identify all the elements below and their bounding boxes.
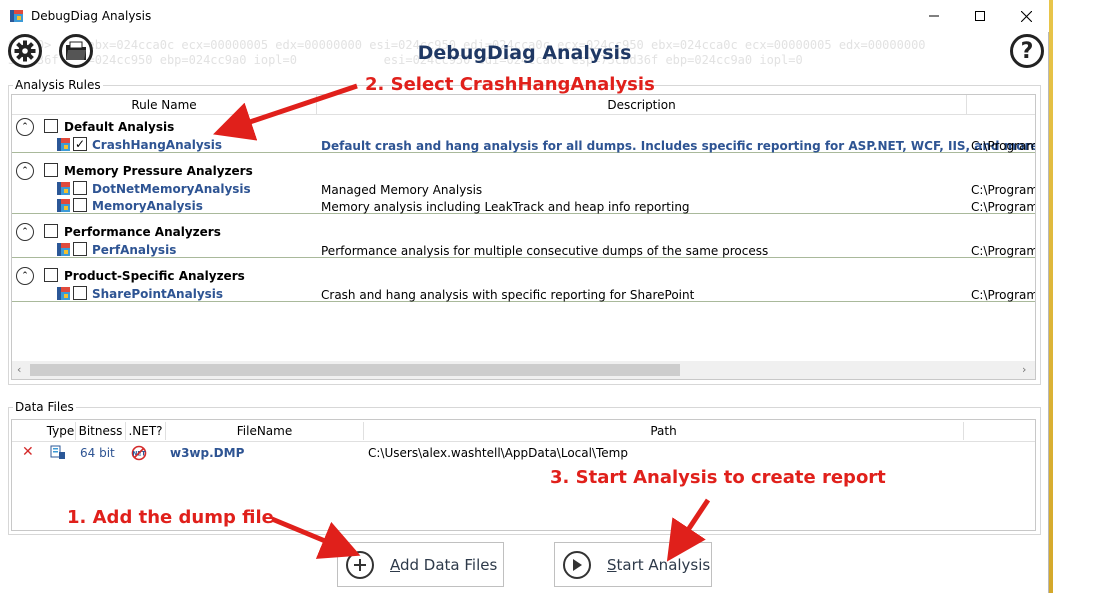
open-dump-button[interactable] [59, 34, 93, 68]
column-header-path[interactable] [967, 95, 1035, 115]
group-checkbox[interactable] [44, 163, 58, 177]
rule-row-crashhanganalysis[interactable]: ✓ CrashHangAnalysis Default crash and ha… [12, 136, 1035, 153]
column-header-description[interactable]: Description [317, 95, 967, 115]
title-bar: DebugDiag Analysis [0, 0, 1049, 32]
minimize-button[interactable] [911, 0, 957, 32]
rule-checkbox[interactable] [73, 286, 87, 300]
rule-path: C:\Program [971, 244, 1036, 258]
rule-name: MemoryAnalysis [92, 199, 203, 213]
start-analysis-button[interactable]: Start Analysis [554, 542, 712, 587]
scrollbar-thumb[interactable] [30, 364, 680, 376]
path-cell: C:\Users\alex.washtell\AppData\Local\Tem… [368, 446, 628, 460]
rule-path: C:\Program [971, 288, 1036, 302]
rule-checkbox[interactable] [73, 181, 87, 195]
filename-cell: w3wp.DMP [170, 446, 245, 460]
rule-description: Managed Memory Analysis [321, 183, 483, 197]
collapse-icon[interactable]: ⌃ [16, 162, 34, 180]
desktop-edge [1049, 0, 1053, 593]
maximize-button[interactable] [957, 0, 1003, 32]
scroll-right-icon[interactable]: › [1022, 363, 1026, 376]
collapse-icon[interactable]: ⌃ [16, 267, 34, 285]
column-header-path[interactable]: Path [364, 422, 964, 440]
maximize-icon [975, 11, 985, 21]
analysis-rules-title: Analysis Rules [13, 78, 103, 92]
rule-name: PerfAnalysis [92, 243, 177, 257]
group-checkbox[interactable] [44, 119, 58, 133]
gear-icon [14, 40, 36, 62]
collapse-icon[interactable]: ⌃ [16, 223, 34, 241]
annotation-step-3: 3. Start Analysis to create report [550, 467, 886, 488]
group-label: Default Analysis [64, 120, 175, 134]
dump-file-icon [50, 445, 65, 459]
data-files-title: Data Files [13, 400, 76, 414]
horizontal-scrollbar[interactable]: ‹ › [12, 361, 1035, 379]
rule-group-memory-pressure: ⌃ Memory Pressure Analyzers [12, 160, 1035, 180]
rule-group-product-specific: ⌃ Product-Specific Analyzers [12, 265, 1035, 285]
desktop-background [1049, 0, 1101, 593]
rule-checkbox[interactable] [73, 242, 87, 256]
rule-name: CrashHangAnalysis [92, 138, 223, 152]
rule-description: Performance analysis for multiple consec… [321, 244, 769, 258]
bitness-cell: 64 bit [80, 446, 115, 460]
app-heading: DebugDiag Analysis [417, 42, 632, 64]
rule-group-performance: ⌃ Performance Analyzers [12, 221, 1035, 241]
group-label: Product-Specific Analyzers [64, 269, 245, 283]
annotation-step-2: 2. Select CrashHangAnalysis [365, 74, 655, 95]
rule-row-perfanalysis[interactable]: PerfAnalysis Performance analysis for mu… [12, 241, 1035, 258]
window-title: DebugDiag Analysis [31, 9, 152, 23]
start-analysis-label: Start Analysis [607, 555, 711, 574]
rule-row-sharepointanalysis[interactable]: SharePointAnalysis Crash and hang analys… [12, 285, 1035, 302]
add-data-files-button[interactable]: Add Data Files [337, 542, 504, 587]
close-button[interactable] [1003, 0, 1049, 32]
collapse-icon[interactable]: ⌃ [16, 118, 34, 136]
header-divider [12, 441, 1035, 442]
rule-script-icon [57, 199, 70, 212]
rule-group-default-analysis: ⌃ Default Analysis [12, 116, 1035, 136]
app-icon [10, 10, 23, 22]
column-header-filename[interactable]: FileName [166, 422, 364, 440]
rule-checkbox[interactable]: ✓ [73, 137, 87, 151]
group-label: Memory Pressure Analyzers [64, 164, 253, 178]
table-row[interactable]: ✕ 64 bit NET w3wp.DMP C:\Users\alex.wash… [12, 444, 1035, 462]
rule-name: DotNetMemoryAnalysis [92, 182, 251, 196]
rule-script-icon [57, 287, 70, 300]
analysis-rules-grid: Rule Name Description ⌃ Default Analysis… [11, 94, 1036, 380]
rule-description: Memory analysis including LeakTrack and … [321, 200, 690, 214]
rule-script-icon [57, 243, 70, 256]
rule-path: C:\Program [971, 183, 1036, 197]
annotation-step-1: 1. Add the dump file [67, 507, 274, 528]
settings-button[interactable] [8, 34, 42, 68]
plus-icon [346, 550, 374, 579]
rule-row-dotnetmemoryanalysis[interactable]: DotNetMemoryAnalysis Managed Memory Anal… [12, 180, 1035, 197]
column-header-dotnet[interactable]: .NET? [126, 422, 166, 440]
rule-script-icon [57, 182, 70, 195]
remove-file-icon[interactable]: ✕ [22, 444, 34, 460]
play-icon [563, 550, 591, 579]
open-folder-icon [66, 41, 86, 60]
rule-row-memoryanalysis[interactable]: MemoryAnalysis Memory analysis including… [12, 197, 1035, 214]
column-header-bitness[interactable]: Bitness [76, 422, 126, 440]
no-dotnet-icon: NET [131, 445, 147, 461]
rule-description: Default crash and hang analysis for all … [321, 139, 1036, 153]
header-band: 0:000> r ebx=024cca0c ecx=00000005 edx=0… [0, 32, 1049, 74]
rule-script-icon [57, 138, 70, 151]
group-checkbox[interactable] [44, 224, 58, 238]
minimize-icon [929, 15, 939, 17]
rule-name: SharePointAnalysis [92, 287, 224, 301]
scroll-left-icon[interactable]: ‹ [17, 363, 21, 376]
rule-path: C:\Program [971, 200, 1036, 214]
rule-checkbox[interactable] [73, 198, 87, 212]
close-icon [1020, 10, 1032, 22]
rule-path: C:\Program [971, 139, 1036, 153]
add-data-files-label: Add Data Files [390, 555, 498, 574]
help-icon: ? [1020, 38, 1034, 64]
group-checkbox[interactable] [44, 268, 58, 282]
help-button[interactable]: ? [1010, 34, 1044, 68]
column-header-rule-name[interactable]: Rule Name [12, 95, 317, 115]
screenshot: DebugDiag Analysis 0:000> r ebx=024cca0c… [0, 0, 1101, 593]
rule-description: Crash and hang analysis with specific re… [321, 288, 695, 302]
column-header-type[interactable]: Type [46, 422, 76, 440]
group-label: Performance Analyzers [64, 225, 221, 239]
